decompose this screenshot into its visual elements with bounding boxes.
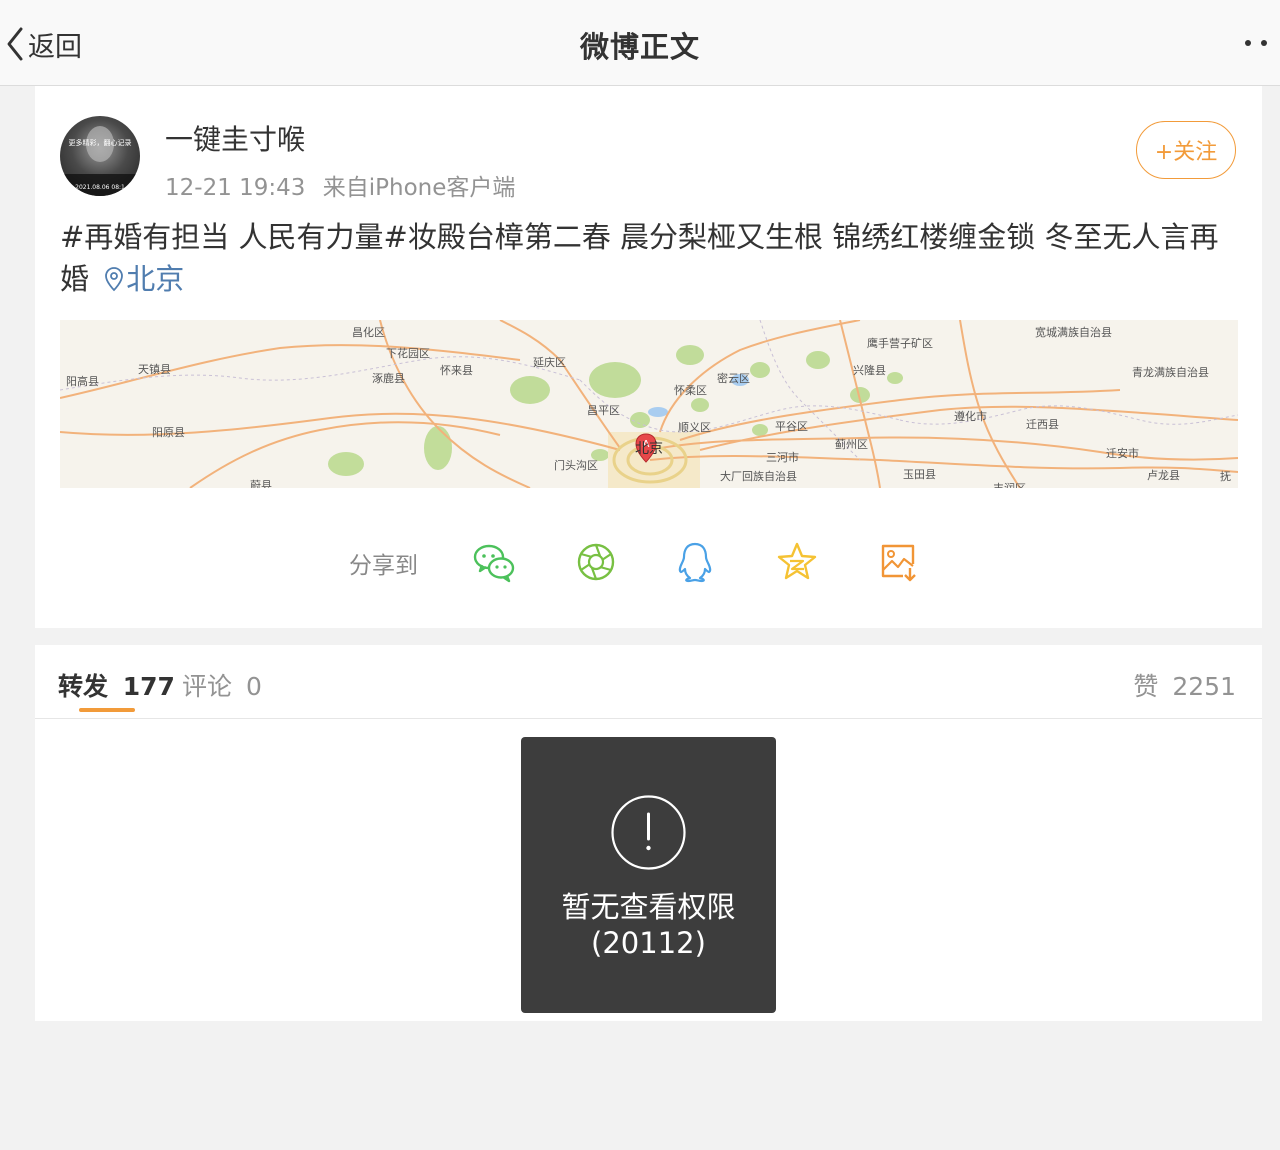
map-place-label: 怀来县: [440, 364, 473, 377]
map-preview[interactable]: A 北京 昌化区 下花园区 怀来县 延庆区 鹰手营子矿区 宽城满族自治县 青龙满族自治县 阳高…: [60, 320, 1238, 488]
share-row: 分享到: [35, 536, 1262, 586]
map-place-label: 蔚县: [250, 479, 272, 488]
map-place-label: 卢龙县: [1147, 469, 1180, 482]
location-label: 北京: [126, 262, 185, 296]
post-text: #再婚有担当 人民有力量#妆殿台樟第二春 晨分梨桠又生根 锦绣红楼缠金锁 冬至无…: [60, 216, 1240, 300]
tab-repost[interactable]: 转发 177: [58, 667, 175, 703]
like-button[interactable]: 赞 2251: [1133, 667, 1236, 703]
map-place-label: 阳高县: [66, 374, 99, 388]
map-place-label: 三河市: [766, 450, 799, 464]
map-place-label: 阳原县: [152, 426, 185, 439]
map-place-label: 青龙满族自治县: [1132, 365, 1209, 379]
post-meta: 12-21 19:43 来自iPhone客户端: [165, 168, 515, 202]
map-image: A 北京 昌化区下花园区怀来县延庆区鹰手营子矿区宽城满族自治县青龙满族自治县阳高…: [60, 320, 1238, 488]
map-place-label: 玉田县: [903, 468, 936, 481]
map-place-label: 鹰手营子矿区: [867, 336, 933, 350]
toast-message: 暂无查看权限 (20112): [521, 889, 776, 961]
map-place-label: 宽城满族自治县: [1035, 325, 1112, 339]
map-place-label: 昌平区: [587, 404, 620, 417]
map-place-label: 延庆区: [533, 355, 566, 369]
map-place-label: 下花园区: [386, 347, 430, 360]
follow-button[interactable]: +关注: [1136, 121, 1236, 179]
map-place-label: 昌化区: [352, 325, 385, 339]
avatar-date: 2021.08.06 08:1: [75, 184, 125, 191]
avatar[interactable]: 更多精彩，翻心记录 2021.08.06 08:1: [60, 116, 140, 196]
post-body: #再婚有担当 人民有力量#妆殿台樟第二春 晨分梨桠又生根 锦绣红楼缠金锁 冬至无…: [60, 220, 1219, 296]
wechat-icon[interactable]: [472, 540, 516, 584]
toast-title: 暂无查看权限: [561, 890, 736, 924]
like-label: 赞: [1133, 672, 1159, 701]
page-title: 微博正文: [579, 30, 700, 64]
moments-icon[interactable]: [574, 540, 618, 584]
post-card: 更多精彩，翻心记录 2021.08.06 08:1 一键圭寸喉 12-21 19…: [35, 86, 1262, 628]
comment-label: 评论: [182, 672, 233, 701]
map-place-label: 天镇县: [138, 362, 171, 376]
avatar-image: 更多精彩，翻心记录 2021.08.06 08:1: [60, 126, 140, 196]
toast-code: (20112): [591, 926, 706, 960]
like-count: 2251: [1172, 672, 1236, 701]
tab-comment[interactable]: 评论 0: [182, 667, 262, 703]
comment-count: 0: [245, 672, 262, 701]
map-place-label: 涿鹿县: [372, 371, 405, 385]
map-place-label: 怀柔区: [674, 384, 707, 397]
map-place-label: 平谷区: [775, 420, 808, 433]
map-place-label: 蓟州区: [835, 438, 868, 451]
repost-count: 177: [122, 672, 175, 701]
repost-label: 转发: [58, 672, 109, 701]
map-place-label: 门头沟区: [554, 458, 598, 472]
share-label: 分享到: [349, 553, 418, 579]
map-place-label: 迁西县: [1026, 418, 1059, 431]
map-place-label: 大厂回族自治县: [720, 469, 797, 483]
username[interactable]: 一键圭寸喉: [165, 118, 305, 158]
location-link[interactable]: 北京: [98, 262, 184, 296]
map-place-label: 抚: [1220, 469, 1231, 483]
map-place-label: 迁安市: [1106, 446, 1139, 460]
post-source: 来自iPhone客户端: [322, 175, 516, 201]
qzone-icon[interactable]: [775, 540, 819, 584]
active-tab-indicator: [79, 708, 135, 712]
map-place-label: 密云区: [717, 371, 750, 385]
divider: [35, 718, 1262, 719]
navigation-bar: 返回 微博正文: [0, 0, 1280, 86]
map-place-label: 丰润区: [993, 481, 1026, 488]
avatar-caption: 更多精彩，翻心记录: [69, 138, 132, 147]
map-place-label: 兴隆县: [853, 363, 886, 377]
more-options-icon[interactable]: [1242, 30, 1272, 56]
error-toast: 暂无查看权限 (20112): [521, 737, 776, 1013]
map-center-label: 北京: [635, 441, 663, 457]
map-place-label: 遵化市: [954, 409, 987, 423]
map-place-label: 顺义区: [678, 421, 711, 434]
post-time: 12-21 19:43: [165, 175, 306, 201]
location-pin-icon: [105, 267, 124, 292]
exclamation-icon: [611, 795, 686, 870]
save-image-icon[interactable]: [877, 540, 921, 584]
qq-icon[interactable]: [673, 540, 717, 584]
